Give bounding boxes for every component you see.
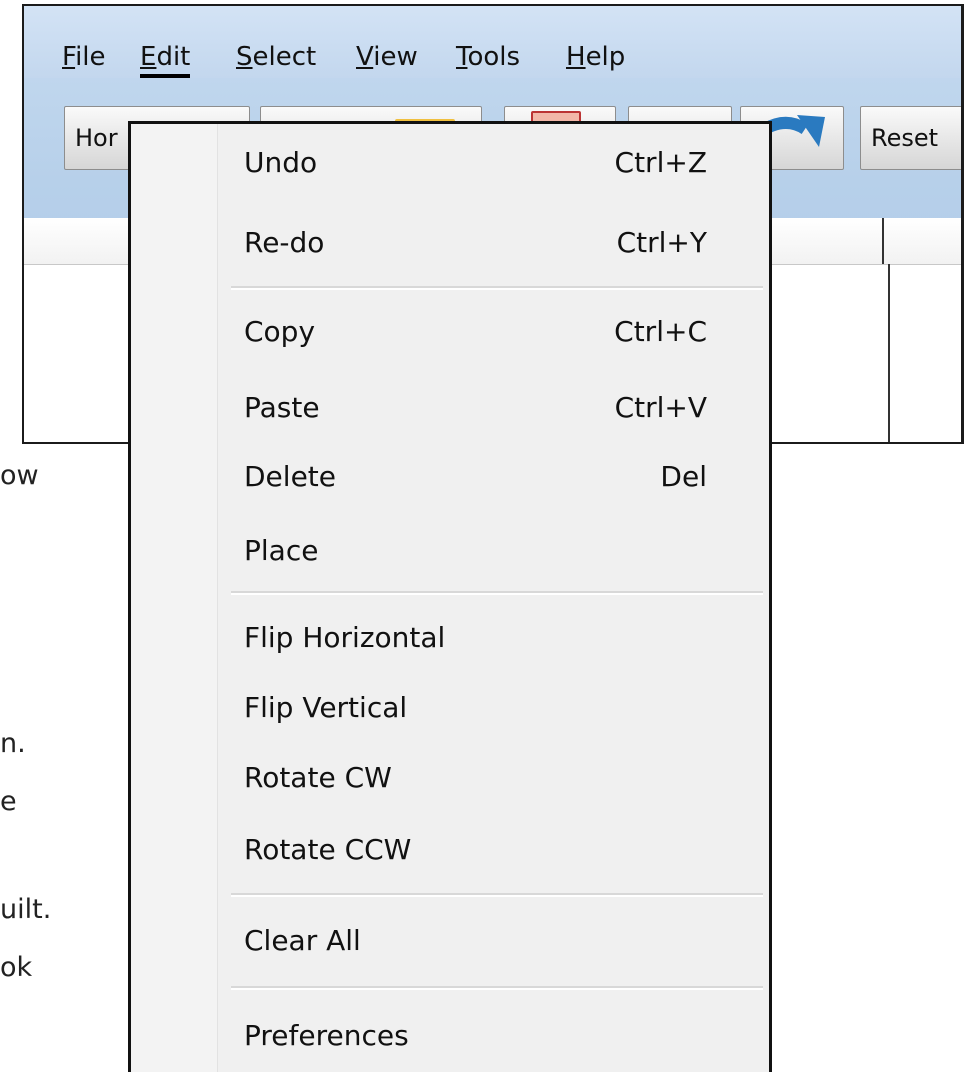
reset-button-label: Reset [871,124,939,152]
menu-tools[interactable]: Tools [456,42,520,72]
background-text: uilt. [0,894,52,925]
shortcut-label: Ctrl+V [614,391,707,424]
menu-help[interactable]: Help [566,42,625,72]
menu-bar: File Edit Select View Tools Help [24,6,961,78]
shortcut-label: Ctrl+C [614,315,707,348]
menu-item-redo[interactable]: Re-do Ctrl+Y [131,211,769,275]
column-divider [882,218,884,264]
home-button-label: Hor [75,124,118,152]
menu-view[interactable]: View [356,42,418,72]
menu-item-place[interactable]: Place [131,519,769,583]
menu-item-flip-vertical[interactable]: Flip Vertical [131,676,769,740]
menu-file[interactable]: File [62,42,106,72]
menu-item-preferences[interactable]: Preferences [131,1004,769,1068]
menu-separator [231,893,763,897]
menu-separator [231,591,763,595]
menu-select[interactable]: Select [236,42,316,72]
shortcut-label: Ctrl+Y [616,226,707,259]
menu-item-delete[interactable]: Delete Del [131,445,769,509]
shortcut-label: Del [660,460,707,493]
panel-divider [888,264,890,442]
shortcut-label: Ctrl+Z [614,146,707,179]
menu-item-undo[interactable]: Undo Ctrl+Z [131,131,769,195]
background-text: ow [0,460,39,491]
edit-menu: Undo Ctrl+Z Re-do Ctrl+Y Copy Ctrl+C Pas… [128,121,772,1072]
menu-edit[interactable]: Edit [140,42,191,78]
background-text: e [0,786,17,817]
background-text: ok [0,952,33,983]
menu-item-paste[interactable]: Paste Ctrl+V [131,376,769,440]
menu-item-flip-horizontal[interactable]: Flip Horizontal [131,606,769,670]
menu-item-rotate-ccw[interactable]: Rotate CCW [131,818,769,882]
background-text: n. [0,728,26,759]
menu-item-copy[interactable]: Copy Ctrl+C [131,300,769,364]
menu-separator [231,286,763,290]
menu-item-rotate-cw[interactable]: Rotate CW [131,746,769,810]
menu-separator [231,986,763,990]
menu-item-clear-all[interactable]: Clear All [131,909,769,973]
reset-button[interactable]: Reset [860,106,961,170]
